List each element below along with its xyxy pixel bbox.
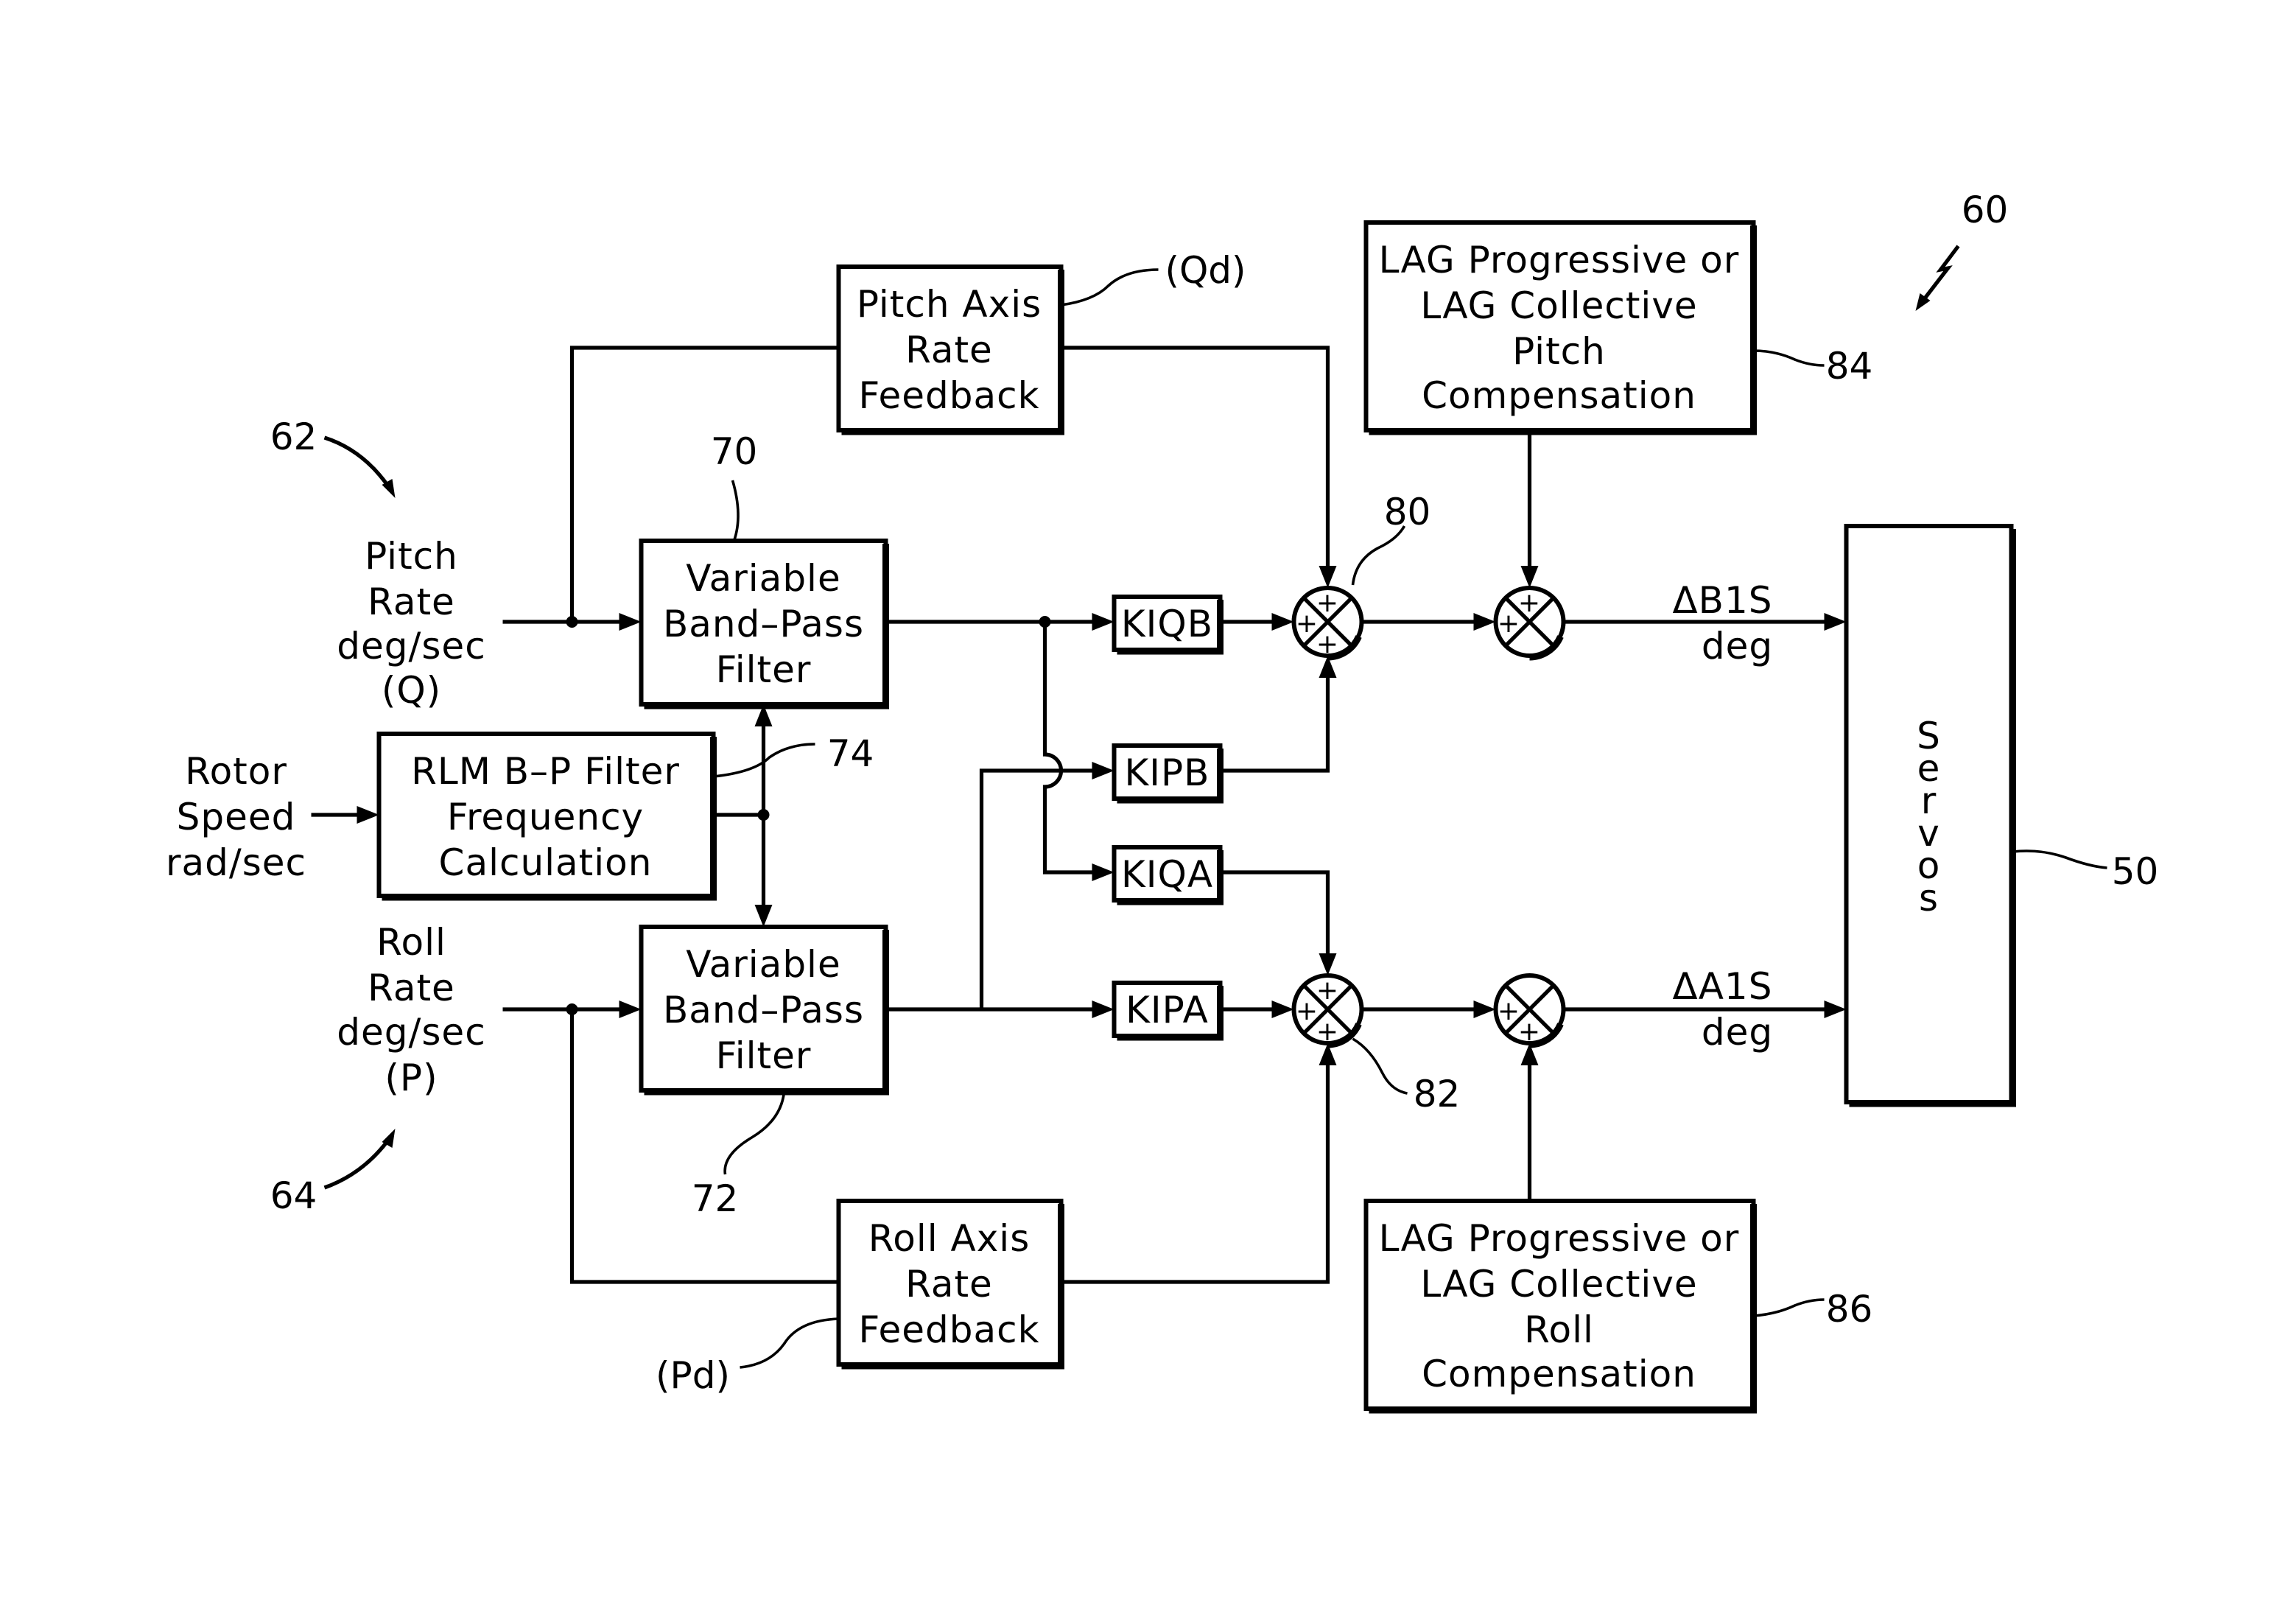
a1s-line-2: deg <box>1702 1011 1773 1054</box>
pitch-feedback-line-2: Rate <box>905 329 993 371</box>
a1s-line-1: ΔA1S <box>1673 965 1773 1008</box>
rlm-line-1: RLM B–P Filter <box>411 750 680 793</box>
lag-pitch-line-1: LAG Progressive or <box>1379 239 1740 281</box>
rlm-filter-frequency-calculation-block: RLM B–P Filter Frequency Calculation <box>376 732 717 901</box>
lag-roll-compensation-block: LAG Progressive or LAG Collective Roll C… <box>1363 1199 1757 1414</box>
gain-block-kipb: KIPB <box>1112 743 1224 804</box>
sum82-plus-bottom: + <box>1316 1017 1339 1047</box>
servos-block: S e r v o s <box>1844 524 2016 1107</box>
rotor-speed-line-2: Speed <box>177 796 296 838</box>
sum80-plus-bottom: + <box>1316 629 1339 659</box>
ref-60: 60 <box>1962 189 2009 231</box>
roll-rate-line-4: (P) <box>385 1056 438 1099</box>
lag-pitch-line-4: Compensation <box>1422 374 1696 417</box>
bpf-roll-line-3: Filter <box>716 1034 812 1077</box>
servos-letter-s2: s <box>1919 877 1939 919</box>
lag-pitch-compensation-block: LAG Progressive or LAG Collective Pitch … <box>1363 220 1757 435</box>
sum82-plus-left: + <box>1296 996 1319 1026</box>
bpf-pitch-line-2: Band–Pass <box>663 603 864 645</box>
lag-roll-line-3: Roll <box>1524 1308 1594 1351</box>
bpf-pitch-line-1: Variable <box>686 557 840 600</box>
gain-block-kipa: KIPA <box>1112 981 1224 1041</box>
ref-84: 84 <box>1826 345 1873 388</box>
sum-pitch-lag-plus-left: + <box>1498 609 1520 639</box>
sum82-plus-top: + <box>1316 975 1339 1006</box>
summing-junction-82: + + + <box>1291 973 1364 1048</box>
b1s-line-1: ΔB1S <box>1672 579 1772 622</box>
pitch-rate-line-3: deg/sec <box>337 625 485 667</box>
bpf-pitch-line-3: Filter <box>716 648 812 691</box>
ref-62: 62 <box>270 416 317 458</box>
roll-rate-line-1: Roll <box>376 921 446 964</box>
ref-80: 80 <box>1384 491 1431 533</box>
variable-band-pass-filter-pitch: Variable Band–Pass Filter <box>639 539 889 709</box>
pitch-axis-rate-feedback-block: Pitch Axis Rate Feedback <box>836 264 1064 435</box>
summing-junction-80: + + + <box>1291 586 1364 661</box>
ref-74: 74 <box>827 732 874 775</box>
b1s-line-2: deg <box>1702 625 1773 667</box>
ref-86: 86 <box>1826 1288 1873 1331</box>
rotor-speed-input-label: Rotor Speed rad/sec <box>166 750 306 884</box>
pitch-rate-line-1: Pitch <box>365 535 458 578</box>
sum-roll-lag-plus-bottom: + <box>1518 1017 1541 1047</box>
gain-label-kiqb: KIQB <box>1121 603 1213 645</box>
gain-label-kipa: KIPA <box>1126 989 1209 1031</box>
tag-pd: (Pd) <box>656 1354 730 1397</box>
rlm-line-2: Frequency <box>447 796 644 838</box>
ref-82: 82 <box>1414 1073 1461 1115</box>
sum-roll-lag-plus-left: + <box>1498 996 1520 1026</box>
pitch-rate-line-2: Rate <box>368 581 455 623</box>
roll-feedback-line-1: Roll Axis <box>868 1217 1031 1260</box>
roll-feedback-line-2: Rate <box>905 1263 993 1306</box>
ref-50: 50 <box>2112 850 2159 893</box>
lag-pitch-line-2: LAG Collective <box>1420 284 1697 327</box>
roll-rate-line-2: Rate <box>368 967 455 1009</box>
gain-block-kiqa: KIQA <box>1112 845 1224 905</box>
ref-64: 64 <box>270 1174 317 1217</box>
pitch-rate-line-4: (Q) <box>382 669 441 712</box>
sum80-plus-top: + <box>1316 588 1339 618</box>
control-block-diagram: Pitch Axis Rate Feedback Roll Axis Rate … <box>166 189 2159 1414</box>
roll-rate-line-3: deg/sec <box>337 1011 485 1054</box>
pitch-feedback-line-1: Pitch Axis <box>857 283 1042 326</box>
pitch-feedback-line-3: Feedback <box>858 374 1039 417</box>
lag-roll-line-1: LAG Progressive or <box>1379 1217 1740 1260</box>
roll-rate-input-label: Roll Rate deg/sec (P) <box>337 921 485 1099</box>
gain-label-kipb: KIPB <box>1125 751 1210 794</box>
summing-junction-pitch-lag: + + <box>1493 586 1566 661</box>
sum80-plus-left: + <box>1296 609 1319 639</box>
sum-pitch-lag-plus-top: + <box>1518 588 1541 618</box>
bpf-roll-line-1: Variable <box>686 943 840 986</box>
rlm-line-3: Calculation <box>439 841 653 884</box>
lag-pitch-line-3: Pitch <box>1512 330 1606 373</box>
roll-feedback-line-3: Feedback <box>858 1308 1039 1351</box>
ref-72: 72 <box>692 1177 739 1220</box>
rotor-speed-line-1: Rotor <box>185 750 287 793</box>
variable-band-pass-filter-roll: Variable Band–Pass Filter <box>639 925 889 1096</box>
gain-block-kiqb: KIQB <box>1112 595 1224 655</box>
pitch-rate-input-label: Pitch Rate deg/sec (Q) <box>337 535 485 712</box>
ref-70: 70 <box>711 430 758 473</box>
gain-label-kiqa: KIQA <box>1121 853 1213 896</box>
lag-roll-line-4: Compensation <box>1422 1353 1696 1395</box>
summing-junction-roll-lag: + + <box>1493 973 1566 1048</box>
tag-qd: (Qd) <box>1165 249 1246 292</box>
roll-axis-rate-feedback-block: Roll Axis Rate Feedback <box>836 1199 1064 1370</box>
lag-roll-line-2: LAG Collective <box>1420 1263 1697 1306</box>
bpf-roll-line-2: Band–Pass <box>663 989 864 1031</box>
rotor-speed-line-3: rad/sec <box>166 841 306 884</box>
